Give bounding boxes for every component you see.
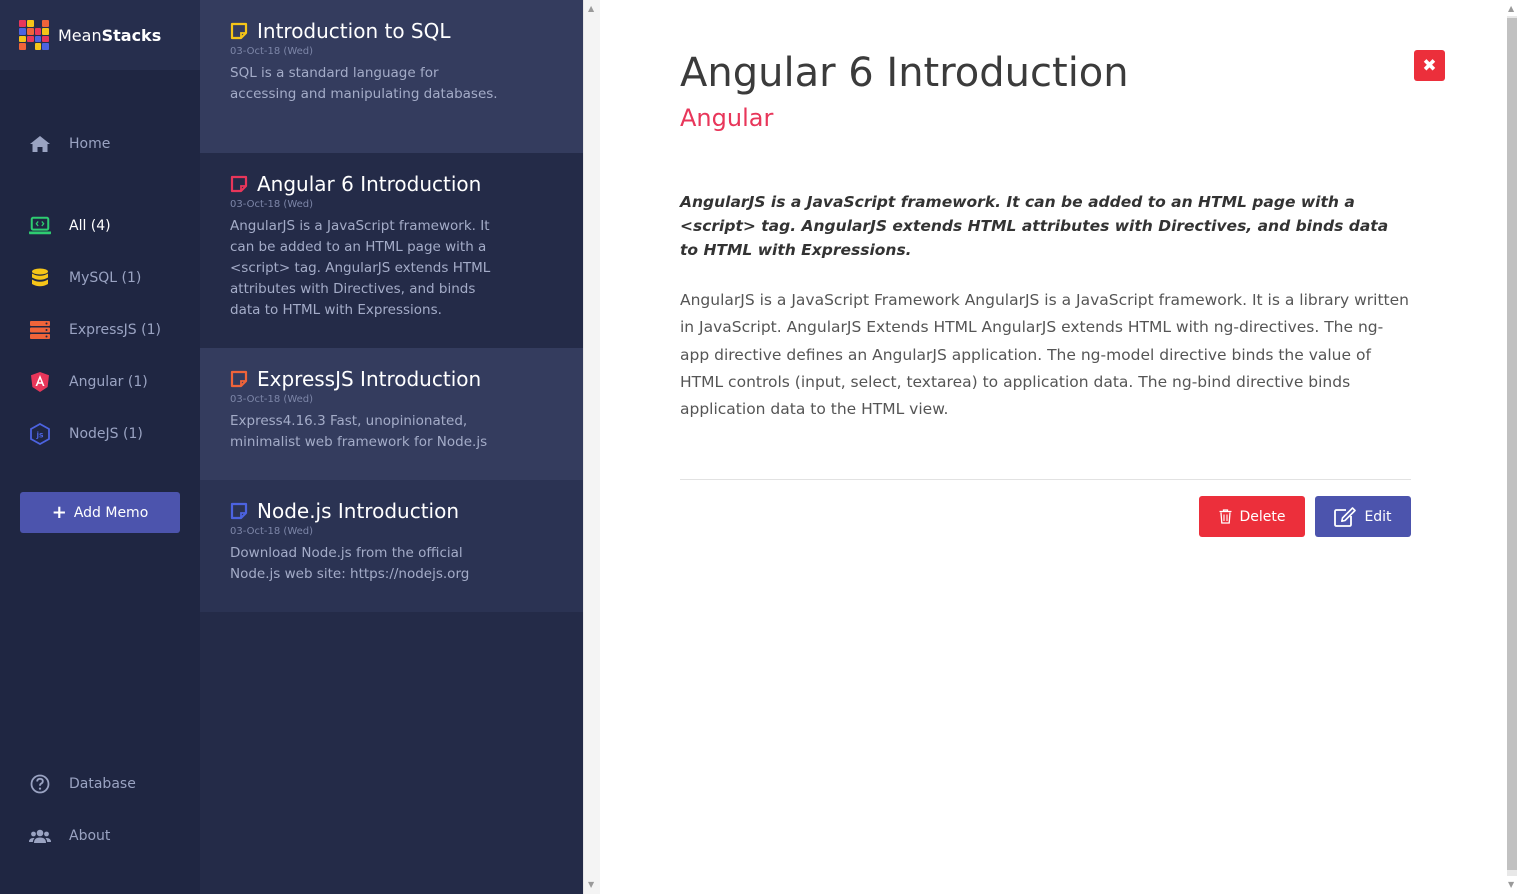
memo-list-item[interactable]: Introduction to SQL 03-Oct-18 (Wed) SQL … <box>200 0 583 153</box>
edit-label: Edit <box>1364 508 1392 525</box>
sidebar-item-database[interactable]: Database <box>0 764 200 804</box>
sidebar-item-label: All (4) <box>69 218 111 234</box>
scroll-down-arrow-icon[interactable]: ▼ <box>588 880 594 889</box>
memo-title: ExpressJS Introduction <box>257 367 482 391</box>
memo-detail-lead: AngularJS is a JavaScript framework. It … <box>680 193 1389 259</box>
memo-list-item-selected[interactable]: Angular 6 Introduction 03-Oct-18 (Wed) A… <box>200 153 583 348</box>
memo-date: 03-Oct-18 (Wed) <box>230 46 314 57</box>
delete-label: Delete <box>1239 508 1286 525</box>
brand-logo-icon <box>19 20 49 50</box>
divider <box>680 479 1411 480</box>
sidebar-item-label: ExpressJS (1) <box>69 322 161 338</box>
memo-excerpt: Download Node.js from the official Node.… <box>230 545 470 582</box>
angular-icon <box>29 371 51 393</box>
sticky-note-icon <box>230 370 248 388</box>
sidebar-item-label: Database <box>69 776 136 792</box>
home-icon <box>29 133 51 155</box>
brand[interactable]: MeanStacks <box>0 0 200 70</box>
memo-excerpt: Express4.16.3 Fast, unopinionated, minim… <box>230 413 488 450</box>
sidebar-item-mysql[interactable]: MySQL (1) <box>0 258 200 298</box>
users-icon <box>29 825 51 847</box>
memo-title: Node.js Introduction <box>257 499 460 523</box>
sidebar-item-all[interactable]: All (4) <box>0 206 200 246</box>
memo-detail-body: AngularJS is a JavaScript Framework Angu… <box>680 291 1409 419</box>
laptop-code-icon <box>29 215 51 237</box>
memo-list-item[interactable]: ExpressJS Introduction 03-Oct-18 (Wed) E… <box>200 348 583 480</box>
sidebar-item-home[interactable]: Home <box>0 124 200 164</box>
memo-list-scrollbar[interactable]: ▲ ▼ <box>583 0 600 894</box>
memo-date: 03-Oct-18 (Wed) <box>230 199 314 210</box>
trash-icon <box>1219 509 1232 524</box>
close-button[interactable]: ✖ <box>1414 50 1445 81</box>
memo-detail-category: Angular <box>680 104 774 132</box>
server-icon <box>29 319 51 341</box>
sidebar-item-angular[interactable]: Angular (1) <box>0 362 200 402</box>
sidebar-item-label: Angular (1) <box>69 374 148 390</box>
memo-date: 03-Oct-18 (Wed) <box>230 526 314 537</box>
scroll-up-arrow-icon[interactable]: ▲ <box>1508 4 1514 13</box>
memo-detail-title: Angular 6 Introduction <box>680 50 1129 96</box>
memo-excerpt: AngularJS is a JavaScript framework. It … <box>230 218 491 318</box>
edit-button[interactable]: Edit <box>1315 496 1411 537</box>
nodejs-icon: js <box>29 423 51 445</box>
add-memo-label: Add Memo <box>73 504 149 521</box>
sidebar-item-about[interactable]: About <box>0 816 200 856</box>
plus-icon: + <box>51 501 67 523</box>
memo-list-item[interactable]: Node.js Introduction 03-Oct-18 (Wed) Dow… <box>200 480 583 612</box>
sidebar: MeanStacks Home All (4) MySQL (1) Expres… <box>0 0 200 894</box>
delete-button[interactable]: Delete <box>1199 496 1305 537</box>
memo-date: 03-Oct-18 (Wed) <box>230 394 314 405</box>
close-icon: ✖ <box>1422 55 1437 76</box>
brand-name: MeanStacks <box>58 25 162 45</box>
sidebar-item-label: About <box>69 828 111 844</box>
sidebar-item-expressjs[interactable]: ExpressJS (1) <box>0 310 200 350</box>
scroll-up-arrow-icon[interactable]: ▲ <box>588 4 594 13</box>
sticky-note-icon <box>230 175 248 193</box>
scrollbar-thumb[interactable] <box>1507 18 1517 870</box>
sidebar-item-label: Home <box>69 136 111 152</box>
database-icon <box>29 267 51 289</box>
memo-detail: Angular 6 Introduction Angular ✖ Angular… <box>600 0 1493 894</box>
memo-excerpt: SQL is a standard language for accessing… <box>230 65 498 102</box>
sidebar-item-label: MySQL (1) <box>69 270 142 286</box>
svg-text:js: js <box>35 431 44 440</box>
edit-icon <box>1334 506 1357 527</box>
memo-title: Introduction to SQL <box>257 19 451 43</box>
sidebar-item-label: NodeJS (1) <box>69 426 143 442</box>
add-memo-button[interactable]: + Add Memo <box>20 492 180 533</box>
memo-title: Angular 6 Introduction <box>257 172 482 196</box>
sidebar-item-nodejs[interactable]: js NodeJS (1) <box>0 414 200 454</box>
sticky-note-icon <box>230 502 248 520</box>
window-scrollbar[interactable]: ▲ ▼ <box>1493 0 1525 894</box>
sticky-note-icon <box>230 22 248 40</box>
scroll-down-arrow-icon[interactable]: ▼ <box>1508 880 1514 889</box>
memo-list: Introduction to SQL 03-Oct-18 (Wed) SQL … <box>200 0 583 894</box>
question-circle-icon <box>29 773 51 795</box>
